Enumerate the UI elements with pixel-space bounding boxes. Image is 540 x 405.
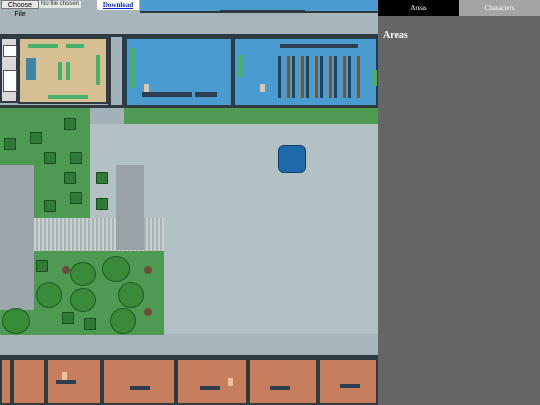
paper-stack — [3, 70, 17, 92]
meeting-couch — [28, 44, 58, 48]
grey-building — [0, 165, 34, 310]
office-desk — [195, 92, 217, 97]
office-desk — [56, 380, 76, 384]
meeting-couch — [48, 95, 88, 99]
courtyard-grass — [124, 108, 378, 124]
tree — [102, 256, 130, 282]
office-room-4 — [12, 358, 46, 405]
tree — [110, 308, 136, 334]
tab-areas[interactable]: Areas — [378, 0, 459, 16]
tree — [36, 282, 62, 308]
bush — [64, 118, 76, 130]
bush — [70, 192, 82, 204]
bush — [36, 260, 48, 272]
tab-characters[interactable]: Characters — [459, 0, 540, 16]
no-file-chosen-label: No file chosen — [39, 1, 82, 8]
bush — [84, 318, 96, 330]
office-cabinet-row — [280, 44, 358, 48]
tree — [70, 262, 96, 286]
bench — [144, 266, 152, 274]
office-room-8 — [248, 358, 318, 405]
bush — [30, 132, 42, 144]
bush — [44, 200, 56, 212]
bottom-corridor — [0, 335, 378, 357]
bush — [96, 198, 108, 210]
office-shelf — [130, 48, 135, 88]
office-shelf — [372, 70, 377, 86]
meeting-couch — [66, 62, 70, 80]
bush — [70, 152, 82, 164]
office-room-9 — [318, 358, 378, 405]
character-sprite[interactable] — [144, 84, 149, 92]
bench — [62, 266, 70, 274]
side-panel: Areas Characters Areas — [378, 0, 540, 405]
download-link[interactable]: Download — [97, 0, 139, 10]
office-desk — [130, 386, 150, 390]
meeting-table — [26, 58, 36, 80]
bush — [64, 172, 76, 184]
bush — [4, 138, 16, 150]
tree — [70, 288, 96, 312]
character-sprite[interactable] — [260, 84, 265, 92]
office-desk — [340, 384, 360, 388]
meeting-couch — [66, 44, 84, 48]
fountain — [278, 145, 306, 173]
tree — [118, 282, 144, 308]
bush — [44, 152, 56, 164]
office-shelf — [238, 55, 243, 77]
office-room-7 — [176, 358, 248, 405]
pillar-block — [116, 165, 144, 250]
tree — [2, 308, 30, 334]
office-room-3 — [0, 358, 12, 405]
meeting-couch — [58, 62, 62, 80]
office-desk — [200, 386, 220, 390]
map-canvas[interactable]: Choose File No file chosen Download — [0, 0, 378, 405]
office-desk — [142, 92, 192, 97]
choose-file-button[interactable]: Choose File — [1, 0, 39, 18]
panel-title: Areas — [383, 30, 408, 41]
office-desk — [270, 386, 290, 390]
corridor-wall — [108, 37, 111, 107]
bench — [144, 308, 152, 316]
office-room-6 — [102, 358, 176, 405]
paper-stack — [3, 45, 17, 57]
character-sprite[interactable] — [62, 372, 67, 380]
desk-cluster — [278, 56, 360, 98]
bush — [96, 172, 108, 184]
top-wall-seg — [220, 10, 305, 13]
character-sprite[interactable] — [228, 378, 233, 386]
stairs — [34, 218, 164, 251]
bush — [62, 312, 74, 324]
meeting-couch — [96, 55, 100, 85]
